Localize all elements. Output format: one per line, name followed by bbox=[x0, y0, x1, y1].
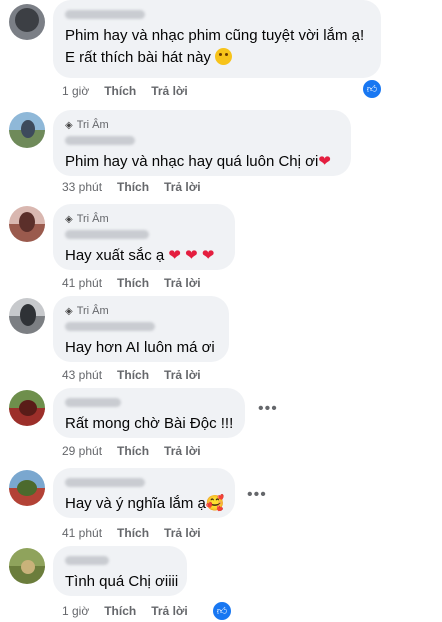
comment-text: Tình quá Chị ơiiii bbox=[65, 573, 179, 590]
comment-time[interactable]: 43 phút bbox=[62, 368, 102, 382]
comment-time[interactable]: 1 giờ bbox=[62, 604, 89, 618]
heart-face-emoji-icon: 🥰 bbox=[205, 495, 225, 512]
like-link[interactable]: Thích bbox=[117, 444, 149, 458]
member-badge: ◈ Tri Âm bbox=[65, 213, 109, 225]
comment-text: E rất thích bài hát này bbox=[65, 47, 369, 69]
like-link[interactable]: Thích bbox=[104, 84, 136, 98]
comment-time[interactable]: 33 phút bbox=[62, 180, 102, 194]
comment-actions: 41 phút Thích Trả lời bbox=[62, 526, 201, 540]
comment-actions: 29 phút Thích Trả lời bbox=[62, 444, 201, 458]
comment-bubble: Tình quá Chị ơiiii bbox=[53, 546, 187, 596]
comment-text: Hay hơn AI luôn má ơi bbox=[65, 339, 215, 356]
like-link[interactable]: Thích bbox=[117, 526, 149, 540]
heart-emoji-icon: ❤ ❤ ❤ bbox=[168, 247, 215, 264]
more-options-icon[interactable]: ••• bbox=[258, 401, 278, 417]
author-name[interactable] bbox=[65, 136, 135, 145]
author-name[interactable] bbox=[65, 230, 149, 239]
like-link[interactable]: Thích bbox=[117, 276, 149, 290]
comment-bubble: Phim hay và nhạc phim cũng tuyệt vời lắm… bbox=[53, 0, 381, 78]
reply-link[interactable]: Trả lời bbox=[151, 84, 188, 98]
comment-text: Rất mong chờ Bài Độc !!! bbox=[65, 415, 234, 432]
avatar[interactable] bbox=[9, 298, 45, 334]
comment-time[interactable]: 41 phút bbox=[62, 276, 102, 290]
reply-link[interactable]: Trả lời bbox=[164, 444, 201, 458]
author-name[interactable] bbox=[65, 398, 121, 407]
avatar[interactable] bbox=[9, 470, 45, 506]
comment-bubble: ◈ Tri Âm Hay hơn AI luôn má ơi bbox=[53, 296, 229, 362]
author-name[interactable] bbox=[65, 556, 109, 565]
smile-emoji-icon bbox=[215, 48, 233, 65]
comment-actions: 33 phút Thích Trả lời bbox=[62, 180, 201, 194]
comment-bubble: Rất mong chờ Bài Độc !!! bbox=[53, 388, 245, 438]
diamond-icon: ◈ bbox=[65, 119, 73, 131]
comment-actions: 1 giờ Thích Trả lời bbox=[62, 604, 188, 618]
member-badge: ◈ Tri Âm bbox=[65, 119, 109, 131]
reply-link[interactable]: Trả lời bbox=[164, 276, 201, 290]
reply-link[interactable]: Trả lời bbox=[164, 368, 201, 382]
comment-actions: 41 phút Thích Trả lời bbox=[62, 276, 201, 290]
reply-link[interactable]: Trả lời bbox=[151, 604, 188, 618]
more-options-icon[interactable]: ••• bbox=[247, 487, 267, 503]
like-link[interactable]: Thích bbox=[117, 180, 149, 194]
comment-bubble: ◈ Tri Âm Hay xuất sắc ạ ❤ ❤ ❤ bbox=[53, 204, 235, 270]
author-name[interactable] bbox=[65, 322, 155, 331]
comment-text: Phim hay và nhạc hay quá luôn Chị ơi❤ bbox=[65, 153, 331, 170]
member-badge: ◈ Tri Âm bbox=[65, 305, 109, 317]
comment-time[interactable]: 1 giờ bbox=[62, 84, 89, 98]
avatar[interactable] bbox=[9, 390, 45, 426]
author-name[interactable] bbox=[65, 478, 145, 487]
avatar[interactable] bbox=[9, 548, 45, 584]
comment-actions: 1 giờ Thích Trả lời bbox=[62, 84, 188, 98]
author-name[interactable] bbox=[65, 10, 145, 19]
avatar[interactable] bbox=[9, 206, 45, 242]
like-icon[interactable]: 👍︎ bbox=[361, 78, 383, 100]
avatar[interactable] bbox=[9, 4, 45, 40]
heart-emoji-icon: ❤ bbox=[318, 153, 331, 170]
comment-bubble: Hay và ý nghĩa lắm ạ🥰 bbox=[53, 468, 235, 518]
reply-link[interactable]: Trả lời bbox=[164, 180, 201, 194]
avatar[interactable] bbox=[9, 112, 45, 148]
comment-text: Hay và ý nghĩa lắm ạ🥰 bbox=[65, 495, 225, 512]
comment-text: Phim hay và nhạc phim cũng tuyệt vời lắm… bbox=[65, 27, 365, 44]
comment-text: Hay xuất sắc ạ ❤ ❤ ❤ bbox=[65, 247, 215, 264]
like-link[interactable]: Thích bbox=[104, 604, 136, 618]
comment-actions: 43 phút Thích Trả lời bbox=[62, 368, 201, 382]
comment-bubble: ◈ Tri Âm Phim hay và nhạc hay quá luôn Ch… bbox=[53, 110, 351, 176]
reply-link[interactable]: Trả lời bbox=[164, 526, 201, 540]
comment-time[interactable]: 41 phút bbox=[62, 526, 102, 540]
diamond-icon: ◈ bbox=[65, 305, 73, 317]
diamond-icon: ◈ bbox=[65, 213, 73, 225]
comment-time[interactable]: 29 phút bbox=[62, 444, 102, 458]
like-link[interactable]: Thích bbox=[117, 368, 149, 382]
